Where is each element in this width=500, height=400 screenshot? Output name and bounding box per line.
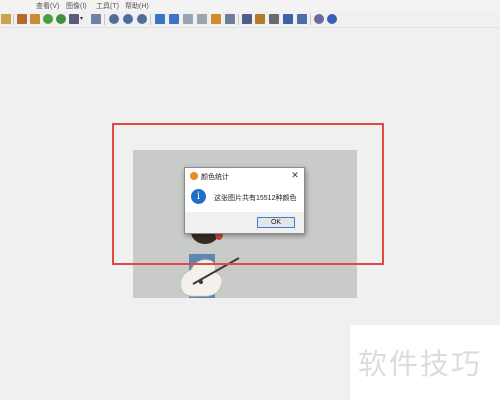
zoom-in-icon[interactable] [109,14,119,24]
image-icon[interactable] [17,14,27,24]
gallery-icon[interactable] [30,14,40,24]
paint-icon[interactable] [255,14,265,24]
menu-image[interactable]: 图像(I) [66,1,87,11]
watermark-text: 软件技巧 [358,347,483,381]
edit-icon[interactable] [91,14,101,24]
ok-button[interactable]: OK [257,217,295,228]
toolbar-separator [104,14,105,25]
scan-icon[interactable] [297,14,307,24]
dialog-footer: OK [185,212,304,233]
open-folder-icon[interactable] [1,14,11,24]
toolbar-separator [13,14,14,25]
help-icon[interactable] [327,14,337,24]
toolbar-separator [238,14,239,25]
view-mode-icon[interactable] [69,14,79,24]
zoom-fit-icon[interactable] [137,14,147,24]
dropdown-arrow-icon[interactable]: ▾ [80,14,85,24]
menu-tools[interactable]: 工具(T) [96,1,119,11]
menu-bar: 查看(V) 图像(I) 工具(T) 帮助(H) [0,0,500,11]
rotate-icon[interactable] [56,14,66,24]
dialog-title: 颜色统计 [201,174,229,181]
save-icon[interactable] [283,14,293,24]
zoom-out-icon[interactable] [123,14,133,24]
screen-icon[interactable] [225,14,235,24]
menu-help[interactable]: 帮助(H) [125,1,149,11]
toolbar-separator [310,14,311,25]
refresh-icon[interactable] [43,14,53,24]
toolbar: ▾ [0,11,500,28]
slideshow-icon[interactable] [211,14,221,24]
previous-icon[interactable] [155,14,165,24]
next-icon[interactable] [169,14,179,24]
app-icon [190,172,198,180]
close-icon[interactable]: ✕ [290,170,300,180]
settings-icon[interactable] [314,14,324,24]
first-page-icon[interactable] [183,14,193,24]
info-icon: i [191,189,206,204]
last-page-icon[interactable] [197,14,207,24]
dialog-title-bar: 颜色统计 ✕ [185,168,304,184]
menu-view[interactable]: 查看(V) [36,1,59,11]
print-icon[interactable] [269,14,279,24]
crop-icon[interactable] [242,14,252,24]
toolbar-separator [150,14,151,25]
color-count-dialog: 颜色统计 ✕ i 这张图片共有15512种颜色 OK [184,167,305,234]
dialog-message: 这张图片共有15512种颜色 [214,195,297,202]
